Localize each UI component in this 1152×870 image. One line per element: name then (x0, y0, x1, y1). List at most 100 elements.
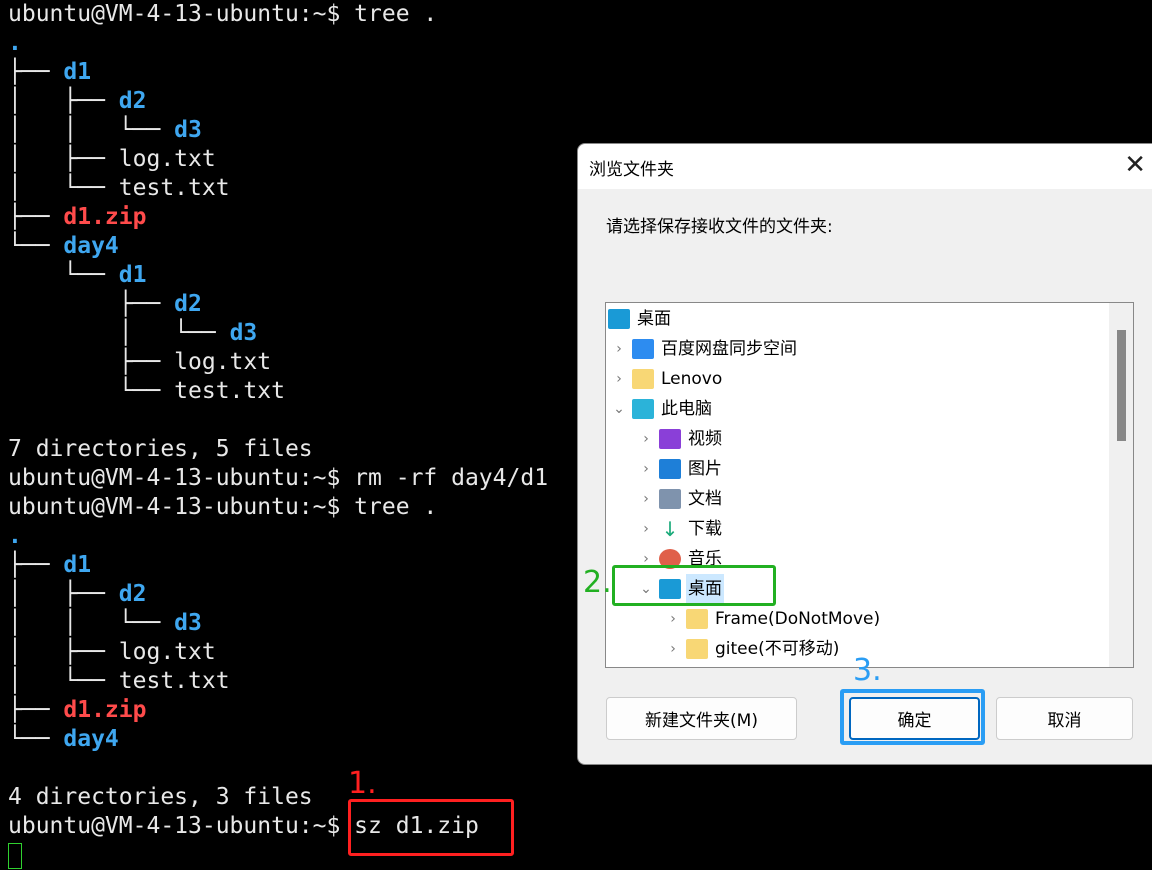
chevron-right-icon[interactable]: › (608, 334, 630, 364)
terminal-line: 7 directories, 5 files (8, 435, 548, 464)
terminal-text: ubuntu@VM-4-13-ubuntu:~$ tree . (8, 494, 438, 520)
tree-item-label: 百度网盘同步空间 (661, 339, 797, 359)
directory-name: d2 (118, 581, 147, 607)
terminal-line: ├── d1.zip (8, 203, 548, 232)
terminal-line: │ │ └── d3 (8, 609, 548, 638)
tree-scrollbar[interactable] (1109, 303, 1133, 667)
terminal-text: └── (8, 233, 64, 259)
terminal-line: ├── d1 (8, 58, 548, 87)
terminal-text: ├── log.txt (8, 349, 272, 375)
directory-name: d2 (118, 88, 147, 114)
scrollbar-thumb[interactable] (1117, 330, 1126, 441)
tree-item[interactable]: › 图片 (635, 454, 724, 484)
chevron-right-icon[interactable]: › (635, 454, 657, 484)
terminal-text: ├── (8, 291, 175, 317)
terminal-text: └── (8, 726, 64, 752)
dialog-titlebar: 浏览文件夹 ✕ (578, 144, 1152, 189)
terminal-text: │ ├── log.txt (8, 146, 216, 172)
directory-name: d1 (63, 552, 92, 578)
tree-item[interactable]: › Lenovo (608, 364, 724, 394)
terminal-line: │ └── d3 (8, 319, 548, 348)
chevron-right-icon[interactable]: › (635, 514, 657, 544)
terminal-text: ubuntu@VM-4-13-ubuntu:~$ tree . (8, 1, 438, 27)
terminal-line: │ ├── d2 (8, 87, 548, 116)
tree-item[interactable]: › 视频 (635, 424, 724, 454)
chevron-right-icon[interactable]: › (662, 634, 684, 664)
directory-name: d3 (174, 117, 202, 143)
chevron-right-icon[interactable]: › (635, 424, 657, 454)
terminal-line: ubuntu@VM-4-13-ubuntu:~$ rm -rf day4/d1 (8, 464, 548, 493)
terminal-line: ubuntu@VM-4-13-ubuntu:~$ tree . (8, 0, 548, 29)
directory-name: d1 (118, 262, 147, 288)
terminal-line: └── test.txt (8, 377, 548, 406)
terminal-text: 4 directories, 3 files (8, 784, 313, 810)
terminal-text: ├── (8, 204, 64, 230)
tree-item[interactable]: › Frame(DoNotMove) (662, 604, 882, 634)
chevron-right-icon[interactable]: › (635, 484, 657, 514)
terminal-text: ├── (8, 552, 64, 578)
terminal-text: └── test.txt (8, 378, 285, 404)
terminal-text: 7 directories, 5 files (8, 436, 313, 462)
terminal-text: │ ├── (8, 88, 119, 114)
archive-name: d1.zip (63, 204, 147, 230)
cancel-button[interactable]: 取消 (996, 697, 1133, 740)
terminal-line: ├── d1.zip (8, 696, 548, 725)
folder-tree[interactable]: 桌面 › 百度网盘同步空间 › Lenovo ⌄ 此电脑 › 视频 › 图片 › 文档 › ↓ 下载 › 音乐 ⌄ 桌… (605, 302, 1134, 668)
terminal-cursor (8, 842, 22, 869)
terminal-text: │ ├── (8, 581, 119, 607)
new-folder-button[interactable]: 新建文件夹(M) (606, 697, 797, 740)
documents-icon (659, 489, 681, 509)
terminal-line: . (8, 29, 548, 58)
step2-label: 2. (583, 565, 612, 600)
terminal-text: │ └── test.txt (8, 175, 230, 201)
terminal-line: ├── d2 (8, 290, 548, 319)
directory-name: day4 (63, 726, 119, 752)
download-icon: ↓ (661, 517, 679, 541)
terminal-text: │ ├── log.txt (8, 639, 216, 665)
video-icon (659, 429, 681, 449)
directory-name: d3 (174, 610, 202, 636)
tree-item[interactable]: 桌面 (606, 304, 673, 334)
terminal-line: └── d1 (8, 261, 548, 290)
terminal-text: │ │ └── (8, 610, 175, 636)
close-icon[interactable]: ✕ (1124, 150, 1146, 180)
terminal-line: │ ├── d2 (8, 580, 548, 609)
dialog-prompt: 请选择保存接收文件的文件夹: (606, 217, 833, 237)
step3-label: 3. (853, 653, 882, 688)
dialog-title: 浏览文件夹 (589, 160, 674, 180)
chevron-right-icon[interactable]: › (608, 364, 630, 394)
tree-item-label: 图片 (688, 459, 722, 479)
terminal-text: │ └── test.txt (8, 668, 230, 694)
step1-label: 1. (348, 766, 377, 801)
baidu-netdisk-icon (632, 339, 654, 359)
directory-name: d2 (174, 291, 202, 317)
folder-icon (686, 639, 708, 659)
directory-name: . (8, 30, 22, 56)
terminal-line: ubuntu@VM-4-13-ubuntu:~$ tree . (8, 493, 548, 522)
terminal-text: └── (8, 262, 119, 288)
folder-icon (686, 609, 708, 629)
tree-item-label: Frame(DoNotMove) (715, 609, 881, 629)
terminal-line: │ └── test.txt (8, 667, 548, 696)
directory-name: d1 (63, 59, 92, 85)
terminal-line: │ ├── log.txt (8, 638, 548, 667)
terminal-line: . (8, 522, 548, 551)
tree-item[interactable]: › 百度网盘同步空间 (608, 334, 799, 364)
tree-item-label: 桌面 (637, 309, 671, 329)
terminal-output: ubuntu@VM-4-13-ubuntu:~$ tree .. ├── d1 │ … (8, 0, 548, 870)
folder-icon (632, 369, 654, 389)
tree-item[interactable]: ⌄ 此电脑 (608, 394, 714, 424)
chevron-down-icon[interactable]: ⌄ (608, 394, 630, 424)
terminal-text: │ └── (8, 320, 230, 346)
tree-item[interactable]: › ↓ 下载 (635, 514, 724, 544)
tree-item[interactable]: › 文档 (635, 484, 724, 514)
tree-item-label: 视频 (688, 429, 722, 449)
highlight-box-step1 (348, 799, 514, 856)
chevron-right-icon[interactable]: › (662, 604, 684, 634)
highlight-box-step2 (612, 565, 776, 606)
terminal-text: ├── (8, 59, 64, 85)
directory-name: . (8, 523, 22, 549)
tree-item[interactable]: › gitee(不可移动) (662, 634, 841, 664)
